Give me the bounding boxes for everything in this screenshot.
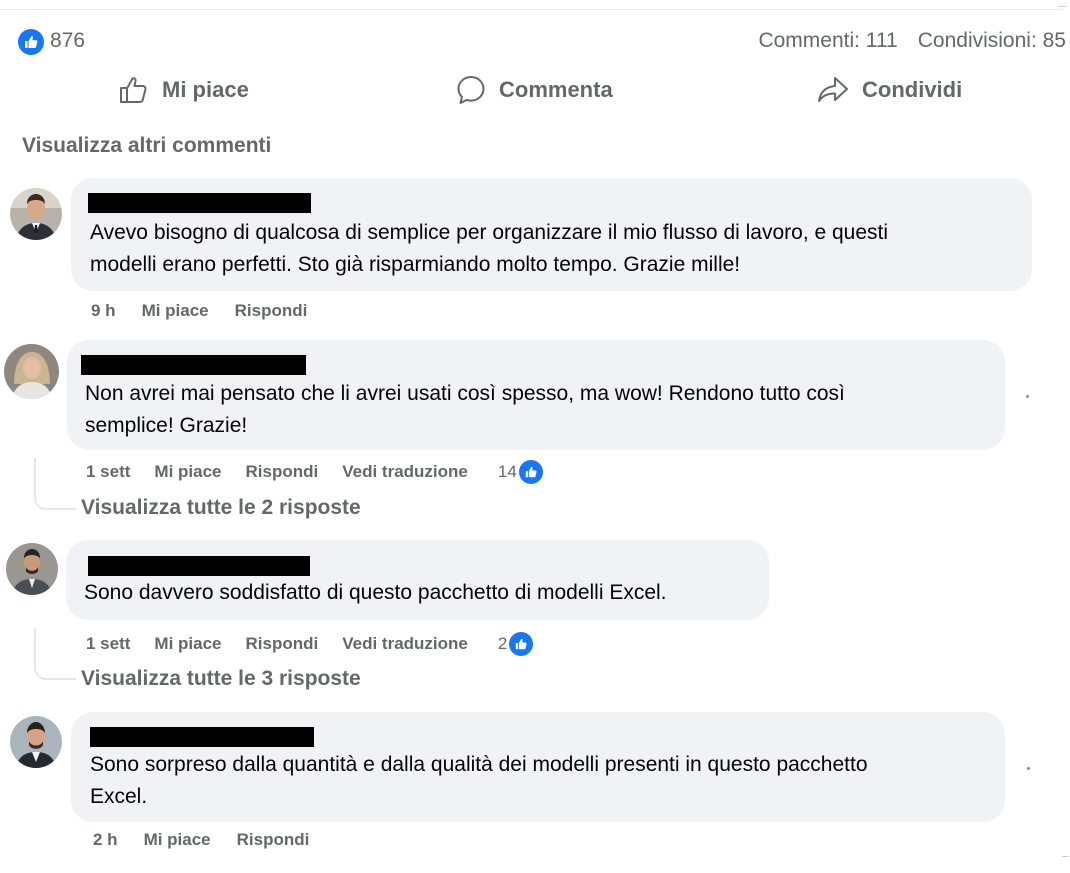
thumbs-up-icon (509, 632, 534, 656)
see-translation-button[interactable]: Vedi traduzione (342, 634, 468, 654)
reaction-number: 2 (497, 634, 508, 653)
see-translation-button[interactable]: Vedi traduzione (342, 462, 468, 482)
reaction-count[interactable]: 2 (497, 632, 534, 656)
post-actions: Mi piace Commenta Condividi (0, 68, 1070, 112)
thumbs-up-outline-icon (118, 74, 150, 106)
corner-mark (1062, 856, 1068, 857)
comment-text-line: semplice! Grazie! (85, 414, 248, 437)
comment-meta: 9 h Mi piace Rispondi (91, 300, 307, 322)
decorative-speck (1026, 395, 1029, 398)
share-arrow-icon (816, 74, 850, 106)
comment-text-line: Sono sorpreso dalla quantità e dalla qua… (90, 753, 868, 776)
view-replies-link[interactable]: Visualizza tutte le 2 risposte (81, 496, 361, 520)
comment-like-button[interactable]: Mi piace (154, 634, 221, 654)
comment-button[interactable]: Commenta (455, 68, 613, 112)
comment-reply-button[interactable]: Rispondi (235, 301, 308, 321)
view-replies-link[interactable]: Visualizza tutte le 3 risposte (81, 667, 361, 691)
top-divider (0, 9, 1062, 10)
thread-connector (34, 458, 76, 510)
comment-text: Non avrei mai pensato che li avrei usati… (85, 378, 845, 442)
view-more-comments-link[interactable]: Visualizza altri commenti (22, 134, 271, 158)
comment-count[interactable]: Commenti: 111 (758, 29, 897, 52)
redacted-author-name (90, 727, 314, 747)
comment-text: Sono sorpreso dalla quantità e dalla qua… (90, 749, 868, 813)
comment-bubble: Non avrei mai pensato che li avrei usati… (67, 340, 1005, 450)
thumbs-up-icon (518, 460, 543, 484)
comment-like-button[interactable]: Mi piace (144, 830, 211, 850)
redacted-author-name (88, 556, 310, 576)
speech-bubble-icon (455, 74, 487, 106)
comment-time[interactable]: 9 h (91, 301, 116, 321)
comment-reply-button[interactable]: Rispondi (246, 634, 319, 654)
post-stats: 876 Commenti: 111 Condivisioni: 85 (18, 28, 1066, 55)
comment-time[interactable]: 1 sett (86, 462, 130, 482)
comment-text-line: Avevo bisogno di qualcosa di semplice pe… (90, 221, 889, 244)
comment-text: Sono davvero soddisfatto di questo pacch… (84, 577, 667, 609)
comment-reply-button[interactable]: Rispondi (237, 830, 310, 850)
thumbs-up-icon (18, 29, 44, 55)
comment-text: Avevo bisogno di qualcosa di semplice pe… (90, 217, 888, 281)
comment-meta: 1 sett Mi piace Rispondi Vedi traduzione… (86, 632, 534, 656)
comment-like-button[interactable]: Mi piace (142, 301, 209, 321)
decorative-speck (1027, 767, 1030, 770)
like-count[interactable]: 876 (50, 28, 85, 54)
comment-text-line: Non avrei mai pensato che li avrei usati… (85, 382, 845, 405)
like-button-label: Mi piace (162, 77, 249, 102)
share-button[interactable]: Condividi (816, 68, 962, 112)
comment-reply-button[interactable]: Rispondi (246, 462, 319, 482)
reaction-number: 14 (497, 462, 517, 481)
avatar[interactable] (10, 188, 62, 240)
comment-meta: 1 sett Mi piace Rispondi Vedi traduzione… (86, 460, 543, 484)
comment-text-line: Sono davvero soddisfatto di questo pacch… (84, 581, 667, 604)
comment-meta: 2 h Mi piace Rispondi (93, 829, 309, 851)
share-button-label: Condividi (862, 77, 963, 102)
comment-bubble: Sono sorpreso dalla quantità e dalla qua… (71, 712, 1005, 822)
comment-text-line: Excel. (90, 785, 148, 808)
redacted-author-name (81, 355, 306, 375)
reaction-count[interactable]: 14 (498, 460, 543, 484)
comment-button-label: Commenta (499, 77, 613, 102)
comment-bubble: Avevo bisogno di qualcosa di semplice pe… (71, 178, 1032, 291)
avatar[interactable] (10, 716, 62, 768)
share-count[interactable]: Condivisioni: 85 (918, 29, 1066, 52)
like-button[interactable]: Mi piace (118, 68, 249, 112)
redacted-author-name (88, 193, 311, 213)
corner-mark (1058, 6, 1066, 7)
thread-connector (34, 628, 76, 680)
avatar[interactable] (6, 543, 58, 595)
avatar[interactable] (4, 344, 59, 399)
comment-time[interactable]: 1 sett (86, 634, 130, 654)
stats-right: Commenti: 111 Condivisioni: 85 (758, 28, 1066, 54)
comment-time[interactable]: 2 h (93, 830, 118, 850)
comment-like-button[interactable]: Mi piace (154, 462, 221, 482)
comment-bubble: Sono davvero soddisfatto di questo pacch… (66, 540, 769, 620)
comment-text-line: modelli erano perfetti. Sto già risparmi… (90, 253, 741, 276)
